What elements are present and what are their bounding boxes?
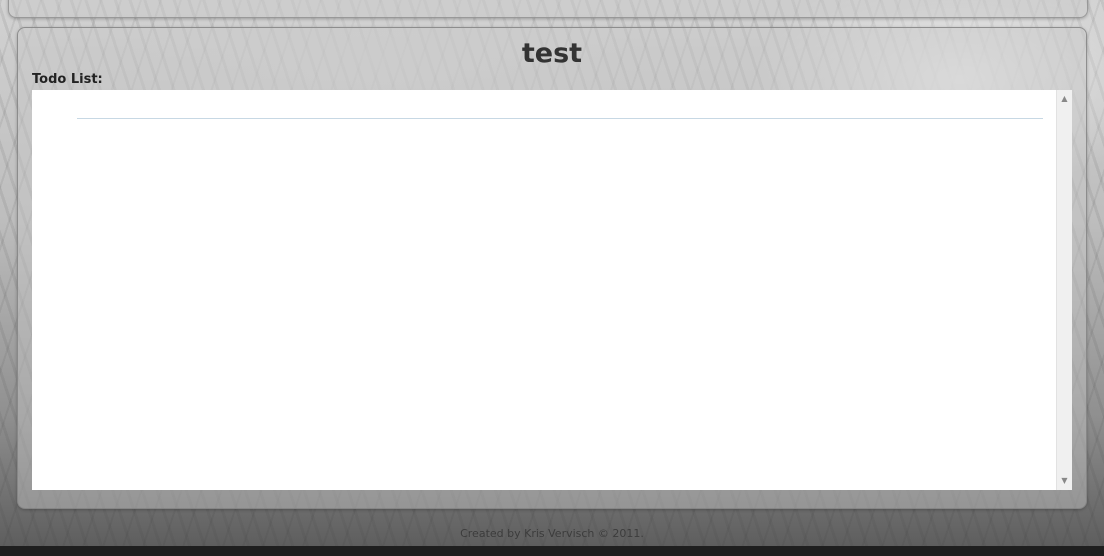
todo-list-area[interactable]: ▲ ▼	[32, 90, 1072, 490]
list-divider	[77, 118, 1043, 119]
todo-list-content	[32, 90, 1056, 490]
todo-list-label: Todo List:	[32, 72, 103, 87]
footer-credit: Created by Kris Vervisch © 2011.	[460, 527, 644, 540]
top-panel	[8, 0, 1088, 18]
scroll-up-icon[interactable]: ▲	[1057, 92, 1072, 106]
scroll-down-icon[interactable]: ▼	[1057, 474, 1072, 488]
page-title: test	[521, 38, 583, 69]
vertical-scrollbar[interactable]: ▲ ▼	[1056, 90, 1072, 490]
bottom-bar	[0, 546, 1104, 556]
